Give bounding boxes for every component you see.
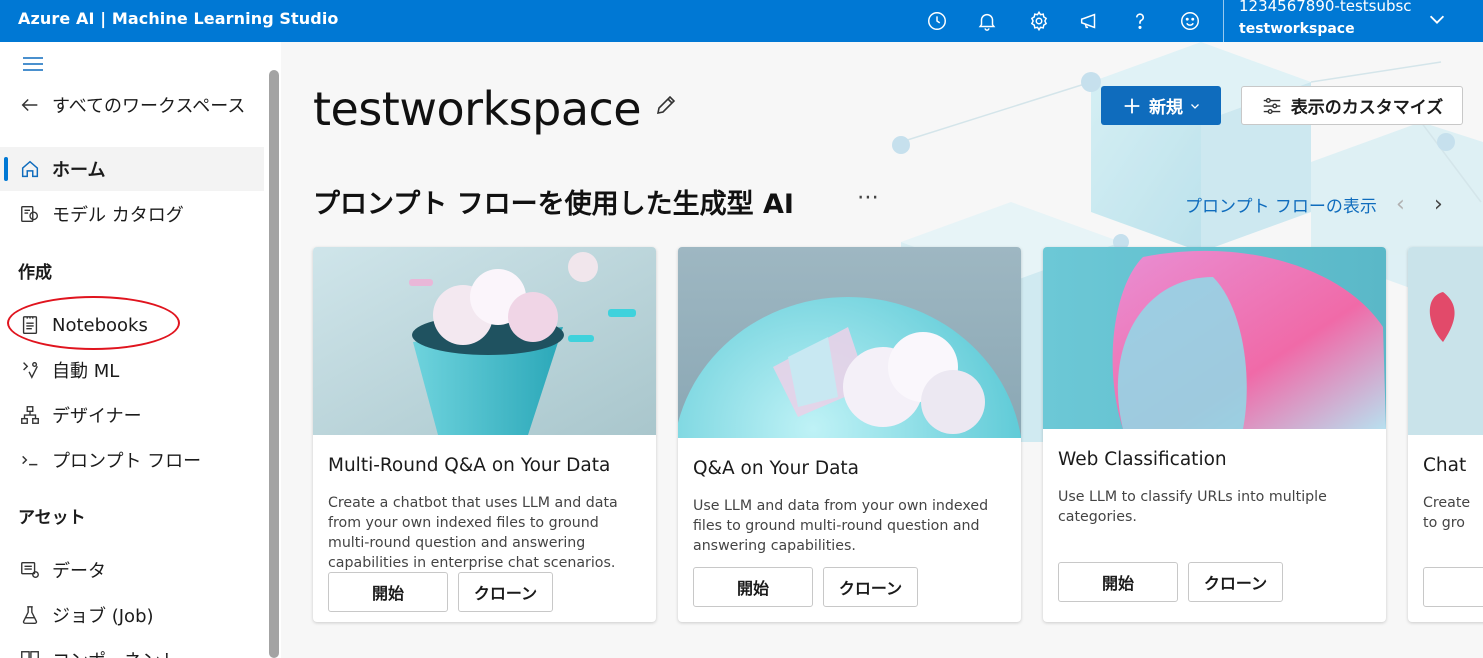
app-title[interactable]: Azure AI | Machine Learning Studio — [18, 9, 339, 28]
carousel-prev-icon[interactable]: ‹ — [1396, 192, 1405, 217]
sidebar-scrollbar-thumb[interactable] — [269, 70, 279, 658]
gear-icon[interactable] — [1024, 6, 1054, 36]
card-description: Use LLM and data from your own indexed f… — [693, 498, 989, 554]
sidebar-item-all-workspaces[interactable]: すべてのワークスペース — [0, 83, 264, 127]
sidebar-item-label: データ — [52, 561, 106, 582]
sidebar-item-label: ジョブ (Job) — [52, 606, 154, 627]
sidebar-item-label: デザイナー — [52, 406, 142, 427]
sidebar-item-designer[interactable]: デザイナー — [0, 393, 264, 437]
new-button[interactable]: 新規 — [1101, 86, 1221, 125]
sidebar-item-components[interactable]: コンポーネント — [0, 638, 264, 658]
card-image — [1408, 247, 1483, 435]
card-description: Create a chatbot that uses LLM and data … — [328, 495, 618, 571]
topbar-divider — [1223, 0, 1224, 42]
section-title: プロンプト フローを使用した生成型 AI — [313, 189, 794, 220]
back-arrow-icon — [18, 93, 42, 117]
sidebar-item-label: 自動 ML — [52, 361, 120, 382]
new-button-label: 新規 — [1149, 98, 1183, 118]
chevron-down-icon[interactable] — [1426, 8, 1448, 30]
sidebar-item-model-catalog[interactable]: モデル カタログ — [0, 192, 264, 236]
start-button[interactable]: 開始 — [328, 572, 448, 612]
start-button[interactable]: 開始 — [693, 567, 813, 607]
terminal-icon — [18, 448, 42, 472]
more-options-icon[interactable]: ⋯ — [857, 185, 879, 210]
card-title: Q&A on Your Data — [693, 458, 859, 479]
components-icon — [18, 648, 42, 658]
history-icon[interactable] — [922, 6, 952, 36]
card-image — [313, 247, 656, 435]
smiley-icon[interactable] — [1175, 6, 1205, 36]
sidebar-item-automl[interactable]: 自動 ML — [0, 348, 264, 392]
card-description: Create to gro — [1423, 495, 1471, 531]
flask-icon — [18, 603, 42, 627]
designer-icon — [18, 403, 42, 427]
notebook-icon — [18, 313, 42, 337]
page-title: testworkspace — [313, 82, 642, 136]
sidebar-section-assets: アセット — [18, 508, 86, 528]
sidebar-section-create: 作成 — [18, 263, 52, 283]
view-prompt-flow-link[interactable]: プロンプト フローの表示 — [1185, 192, 1377, 217]
card-title: Multi-Round Q&A on Your Data — [328, 455, 611, 476]
help-icon[interactable] — [1125, 6, 1155, 36]
sidebar-item-label: すべてのワークスペース — [52, 96, 246, 117]
edit-pencil-icon[interactable] — [654, 93, 678, 117]
sidebar-item-data[interactable]: データ — [0, 548, 264, 592]
carousel-next-icon[interactable]: › — [1434, 192, 1443, 217]
sidebar-item-home[interactable]: ホーム — [0, 147, 264, 191]
sidebar-item-prompt-flow[interactable]: プロンプト フロー — [0, 438, 264, 482]
home-icon — [18, 157, 42, 181]
template-card[interactable]: Web Classification Use LLM to classify U… — [1043, 247, 1386, 622]
clone-button[interactable]: クローン — [1188, 562, 1283, 602]
sidebar-item-label: ホーム — [52, 160, 106, 181]
sidebar-item-notebooks[interactable]: Notebooks — [0, 303, 264, 347]
main-content: testworkspace 新規 表示のカスタマイズ プロンプト フローを使用し… — [281, 42, 1483, 658]
clone-button[interactable]: クローン — [823, 567, 918, 607]
start-button[interactable] — [1423, 567, 1483, 607]
account-subscription[interactable]: 1234567890-testsubsc — [1239, 0, 1412, 15]
sidebar-item-label: Notebooks — [52, 314, 148, 336]
sidebar-item-label: プロンプト フロー — [52, 451, 202, 472]
sidebar: すべてのワークスペース ホーム モデル カタログ 作成 Notebooks 自動… — [0, 42, 268, 658]
template-card[interactable]: Multi-Round Q&A on Your Data Create a ch… — [313, 247, 656, 622]
customize-view-button[interactable]: 表示のカスタマイズ — [1241, 86, 1463, 125]
sidebar-item-label: モデル カタログ — [52, 205, 184, 226]
account-workspace[interactable]: testworkspace — [1239, 21, 1355, 37]
hamburger-menu-icon[interactable] — [20, 54, 46, 74]
bell-icon[interactable] — [972, 6, 1002, 36]
card-image — [1043, 247, 1386, 429]
card-description: Use LLM to classify URLs into multiple c… — [1058, 489, 1327, 525]
sidebar-item-label: コンポーネント — [52, 647, 178, 658]
card-title: Chat — [1423, 455, 1467, 476]
sliders-icon — [1263, 97, 1280, 114]
data-icon — [18, 558, 42, 582]
card-title: Web Classification — [1058, 449, 1227, 470]
clone-button[interactable]: クローン — [458, 572, 553, 612]
card-image — [678, 247, 1021, 438]
start-button[interactable]: 開始 — [1058, 562, 1178, 602]
megaphone-icon[interactable] — [1074, 6, 1104, 36]
template-card[interactable]: Q&A on Your Data Use LLM and data from y… — [678, 247, 1021, 622]
top-bar: Azure AI | Machine Learning Studio 12345… — [0, 0, 1483, 42]
automl-icon — [18, 358, 42, 382]
template-card[interactable]: Chat Create to gro — [1408, 247, 1483, 622]
chevron-down-icon — [1191, 103, 1199, 109]
sidebar-item-jobs[interactable]: ジョブ (Job) — [0, 593, 264, 637]
customize-button-label: 表示のカスタマイズ — [1290, 98, 1444, 118]
catalog-icon — [18, 202, 42, 226]
plus-icon — [1124, 98, 1140, 113]
